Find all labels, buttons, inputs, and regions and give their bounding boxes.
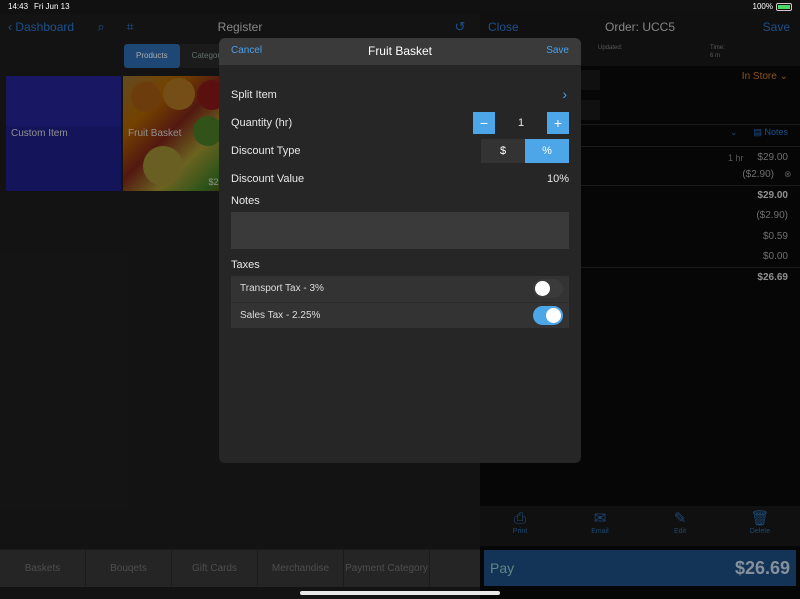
quantity-stepper: − 1 + [473,112,569,134]
modal-header: Cancel Fruit Basket Save [219,38,581,65]
status-time: 14:43 [8,2,29,11]
transport-tax-toggle[interactable] [533,279,563,298]
battery-icon [776,2,792,11]
toggle-knob [535,281,550,296]
sales-tax-toggle[interactable] [533,306,563,325]
tax-row-transport: Transport Tax - 3% [231,276,569,302]
discount-type-percent[interactable]: % [525,139,569,163]
discount-value[interactable]: 10% [231,173,569,185]
discount-type-dollar[interactable]: $ [481,139,525,163]
discount-type-toggle: $ % [481,139,569,163]
status-date: Fri Jun 13 [34,2,70,11]
status-bar: 14:43 Fri Jun 13 100% [0,0,800,14]
item-edit-modal: Cancel Fruit Basket Save Split Item › Qu… [219,38,581,463]
tax-list: Transport Tax - 3% Sales Tax - 2.25% [231,276,569,328]
decrement-button[interactable]: − [473,112,495,134]
split-item-row[interactable]: Split Item [231,89,569,101]
tax-label: Transport Tax - 3% [240,283,324,294]
battery-percent: 100% [752,2,773,11]
battery-indicator: 100% [753,2,792,11]
increment-button[interactable]: + [547,112,569,134]
modal-title: Fruit Basket [367,44,433,58]
toggle-knob [546,308,561,323]
modal-save-button[interactable]: Save [546,45,569,56]
split-item-label: Split Item [231,89,277,101]
chevron-right-icon[interactable]: › [562,86,567,102]
taxes-label: Taxes [231,259,260,271]
quantity-value[interactable]: 1 [495,112,547,134]
tax-row-sales: Sales Tax - 2.25% [231,302,569,328]
notes-label: Notes [231,195,260,207]
notes-input[interactable] [231,212,569,249]
home-indicator[interactable] [300,591,500,595]
tax-label: Sales Tax - 2.25% [240,310,321,321]
